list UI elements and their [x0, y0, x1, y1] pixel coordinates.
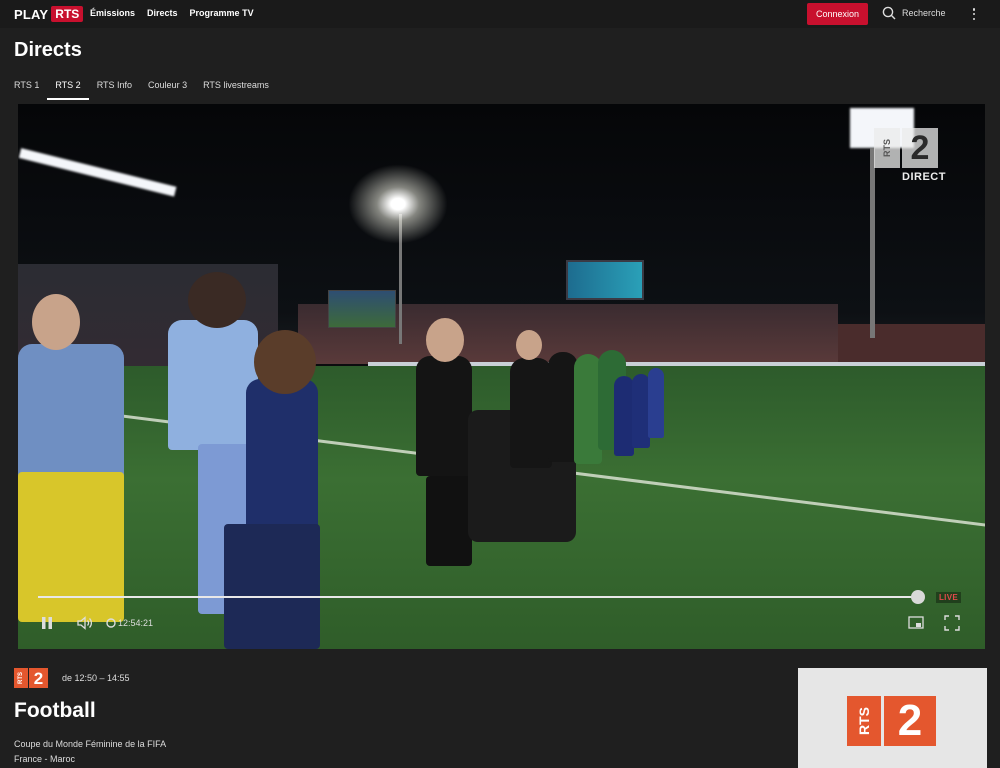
channel-logo-rts: RTS — [14, 668, 28, 688]
tab-rts-info[interactable]: RTS Info — [97, 80, 132, 100]
program-subtitle: Coupe du Monde Féminine de la FIFA — [14, 739, 167, 749]
logo-rts-badge: RTS — [51, 6, 84, 22]
program-thumbnail[interactable]: RTS 2 — [798, 668, 987, 768]
tab-couleur-3[interactable]: Couleur 3 — [148, 80, 187, 100]
live-badge[interactable]: LIVE — [936, 592, 961, 603]
thumbnail-logo: RTS 2 — [847, 696, 936, 746]
pause-icon[interactable] — [38, 614, 56, 632]
play-rts-logo[interactable]: PLAY RTS — [14, 5, 84, 23]
channel-logo: RTS 2 — [14, 668, 48, 688]
video-player[interactable]: RTS 2 DIRECT LIVE 12:54:21 — [18, 104, 985, 649]
watermark-number: 2 — [902, 128, 938, 168]
main-nav: Émissions Directs Programme TV — [90, 8, 266, 18]
fullscreen-icon[interactable] — [943, 614, 961, 632]
volume-icon[interactable] — [76, 614, 94, 632]
current-time: 12:54:21 — [118, 618, 154, 628]
nav-directs[interactable]: Directs — [147, 8, 178, 18]
tab-rts-2[interactable]: RTS 2 — [47, 80, 90, 100]
channel-tabs: RTS 1 RTS 2 RTS Info Couleur 3 RTS lives… — [14, 80, 285, 100]
tab-rts-livestreams[interactable]: RTS livestreams — [203, 80, 269, 100]
thumbnail-logo-number: 2 — [884, 696, 936, 746]
search-label: Recherche — [902, 8, 946, 18]
clock-icon — [102, 614, 116, 632]
page-title: Directs — [14, 39, 82, 61]
nav-emissions[interactable]: Émissions — [90, 8, 135, 18]
thumbnail-logo-rts: RTS — [847, 696, 881, 746]
logo-play-text: PLAY — [14, 6, 49, 22]
progress-bar[interactable] — [38, 590, 926, 604]
program-match: France - Maroc — [14, 754, 76, 764]
program-time-range: de 12:50 – 14:55 — [62, 673, 130, 683]
tab-rts-1[interactable]: RTS 1 — [14, 80, 39, 100]
top-bar: PLAY RTS Émissions Directs Programme TV … — [0, 0, 1000, 28]
search-icon — [882, 6, 896, 20]
watermark-direct: DIRECT — [902, 171, 946, 183]
watermark-rts: RTS — [874, 128, 900, 168]
channel-logo-number: 2 — [29, 668, 48, 688]
login-button[interactable]: Connexion — [807, 3, 868, 25]
search-button[interactable]: Recherche — [882, 6, 946, 20]
channel-watermark: RTS 2 DIRECT — [874, 128, 946, 184]
progress-fill — [38, 596, 919, 598]
program-title: Football — [14, 699, 96, 722]
cast-icon[interactable] — [907, 614, 925, 632]
nav-programme-tv[interactable]: Programme TV — [190, 8, 254, 18]
more-vertical-icon[interactable] — [968, 7, 980, 21]
video-frame: RTS 2 DIRECT — [18, 104, 985, 649]
